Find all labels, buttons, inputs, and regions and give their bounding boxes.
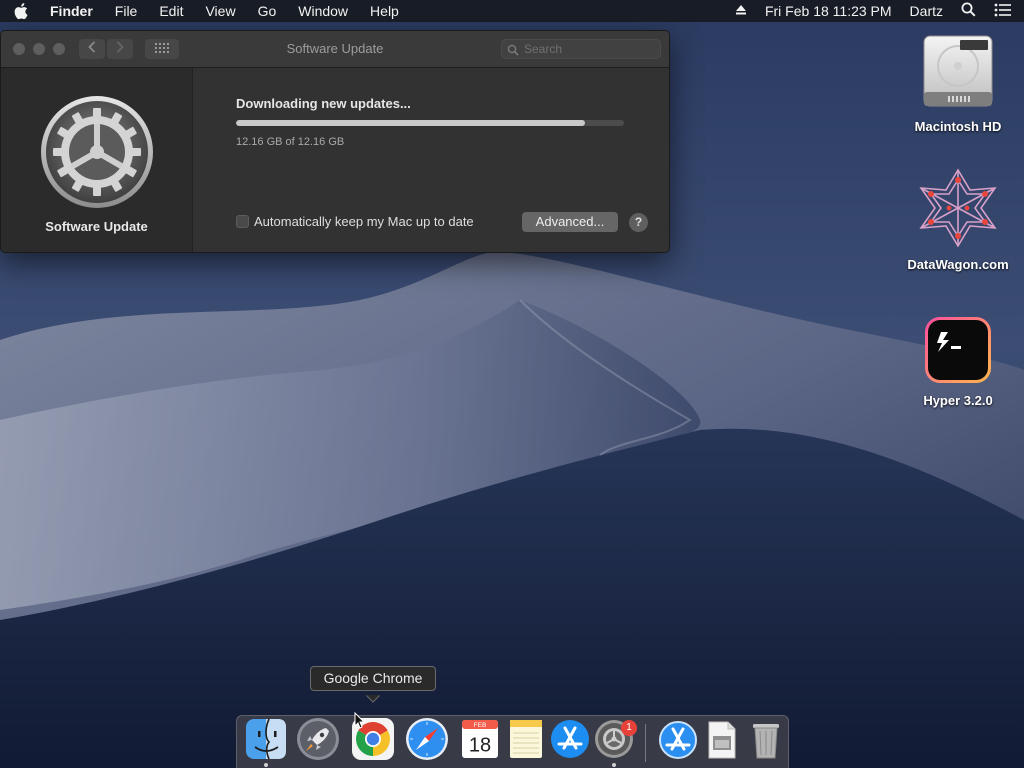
download-progress-bar <box>236 120 624 126</box>
menu-file[interactable]: File <box>115 3 138 19</box>
desktop-icon-label: Macintosh HD <box>914 119 1002 134</box>
dock-item-trash[interactable] <box>743 716 791 764</box>
menu-finder[interactable]: Finder <box>50 3 93 19</box>
dock-item-downloads[interactable] <box>655 716 703 764</box>
mouse-cursor-icon <box>354 711 366 735</box>
hard-drive-icon <box>920 35 996 114</box>
window-titlebar[interactable]: Software Update <box>1 31 669 68</box>
app-store-icon <box>547 720 593 766</box>
menu-edit[interactable]: Edit <box>159 3 183 19</box>
chrome-icon <box>350 718 396 766</box>
search-input[interactable] <box>501 39 661 59</box>
sidebar-label: Software Update <box>45 219 148 234</box>
auto-update-checkbox[interactable] <box>236 215 249 228</box>
dock-item-safari[interactable] <box>404 716 452 764</box>
desktop-icon-datawagon[interactable]: DataWagon.com <box>898 168 1018 272</box>
safari-compass-icon <box>404 718 450 766</box>
hyper-terminal-icon <box>924 317 992 388</box>
download-size-text: 12.16 GB of 12.16 GB <box>236 136 345 148</box>
tooltip-arrow-icon <box>364 690 382 708</box>
dock-item-app-store[interactable] <box>547 716 595 764</box>
finder-running-dot <box>264 763 268 767</box>
desktop-icon-label: Hyper 3.2.0 <box>923 393 993 408</box>
menu-view[interactable]: View <box>205 3 235 19</box>
software-update-window: Software Update Search Software Update D… <box>0 30 670 253</box>
software-update-gear-icon <box>39 94 155 215</box>
dock-item-preview-document[interactable] <box>699 716 747 764</box>
auto-update-label[interactable]: Automatically keep my Mac up to date <box>254 214 474 229</box>
desktop-icon-macintosh-hd[interactable]: Macintosh HD <box>898 32 1018 134</box>
desktop-icon-hyper[interactable]: Hyper 3.2.0 <box>898 316 1018 408</box>
dock-item-calendar[interactable]: FEB 18 <box>457 716 505 764</box>
menu-bar: Finder File Edit View Go Window Help Fri… <box>0 0 1024 22</box>
menubar-user[interactable]: Dartz <box>910 3 943 19</box>
document-icon <box>699 721 745 766</box>
dock: FEB 18 1 <box>236 715 789 768</box>
eject-icon[interactable] <box>735 3 747 19</box>
trash-icon <box>743 724 789 766</box>
menu-go[interactable]: Go <box>258 3 277 19</box>
search-icon <box>507 43 519 61</box>
dock-separator <box>645 724 646 762</box>
apple-menu-icon[interactable] <box>14 2 32 20</box>
dock-item-finder[interactable] <box>243 716 291 764</box>
menubar-clock[interactable]: Fri Feb 18 11:23 PM <box>765 3 892 19</box>
download-status-title: Downloading new updates... <box>236 96 411 111</box>
launchpad-rocket-icon <box>295 718 341 766</box>
spotlight-search-icon[interactable] <box>961 2 976 20</box>
calendar-month: FEB <box>474 722 487 729</box>
notification-center-icon[interactable] <box>994 3 1012 20</box>
calendar-icon: FEB 18 <box>457 720 503 766</box>
dock-item-notes[interactable] <box>503 716 551 764</box>
calendar-day: 18 <box>469 735 491 757</box>
dock-tooltip: Google Chrome <box>310 666 436 691</box>
notes-icon <box>503 720 549 766</box>
downloads-app-store-icon <box>655 721 701 766</box>
download-progress-fill <box>236 120 586 126</box>
system-preferences-running-dot <box>612 763 616 767</box>
dock-item-system-preferences[interactable]: 1 <box>591 716 639 764</box>
advanced-button[interactable]: Advanced... <box>522 212 618 232</box>
desktop-icon-label: DataWagon.com <box>907 257 1009 272</box>
datawagon-icon <box>915 168 1001 252</box>
menu-window[interactable]: Window <box>298 3 348 19</box>
notification-badge: 1 <box>621 720 637 736</box>
help-button[interactable]: ? <box>629 213 648 232</box>
dock-item-launchpad[interactable] <box>295 716 343 764</box>
menu-help[interactable]: Help <box>370 3 399 19</box>
